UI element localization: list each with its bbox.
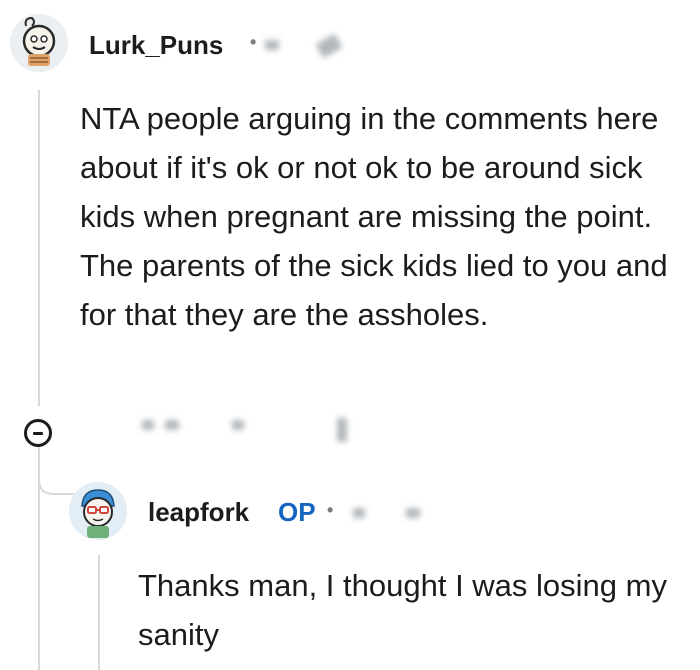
minus-circle-icon[interactable] [24,419,52,447]
reply-body: Thanks man, I thought I was losing my sa… [138,568,667,652]
thread-line-reply[interactable] [98,555,100,670]
blurred-award [406,508,420,518]
thread-connector [38,440,74,495]
cartoon-avatar-icon[interactable] [10,14,68,72]
blurred-award [315,33,343,59]
reply-avatar-illustration [69,482,127,540]
meta-separator: • [327,500,334,520]
reply-username[interactable]: leapfork [148,497,249,528]
meta-separator: • [250,32,257,52]
cartoon-avatar-icon[interactable] [69,482,127,540]
avatar-illustration [10,14,68,72]
comment-username[interactable]: Lurk_Puns [89,30,223,61]
blurred-timestamp [265,40,279,50]
blurred-vote-count [165,420,179,430]
thread-line-main[interactable] [38,90,40,406]
blurred-vote-up[interactable] [142,420,154,430]
blurred-vote-down[interactable] [232,420,244,430]
op-badge: OP [278,497,316,527]
comment-body: NTA people arguing in the comments here … [80,101,668,332]
blurred-reply-action[interactable] [337,418,347,442]
blurred-timestamp [353,508,365,518]
